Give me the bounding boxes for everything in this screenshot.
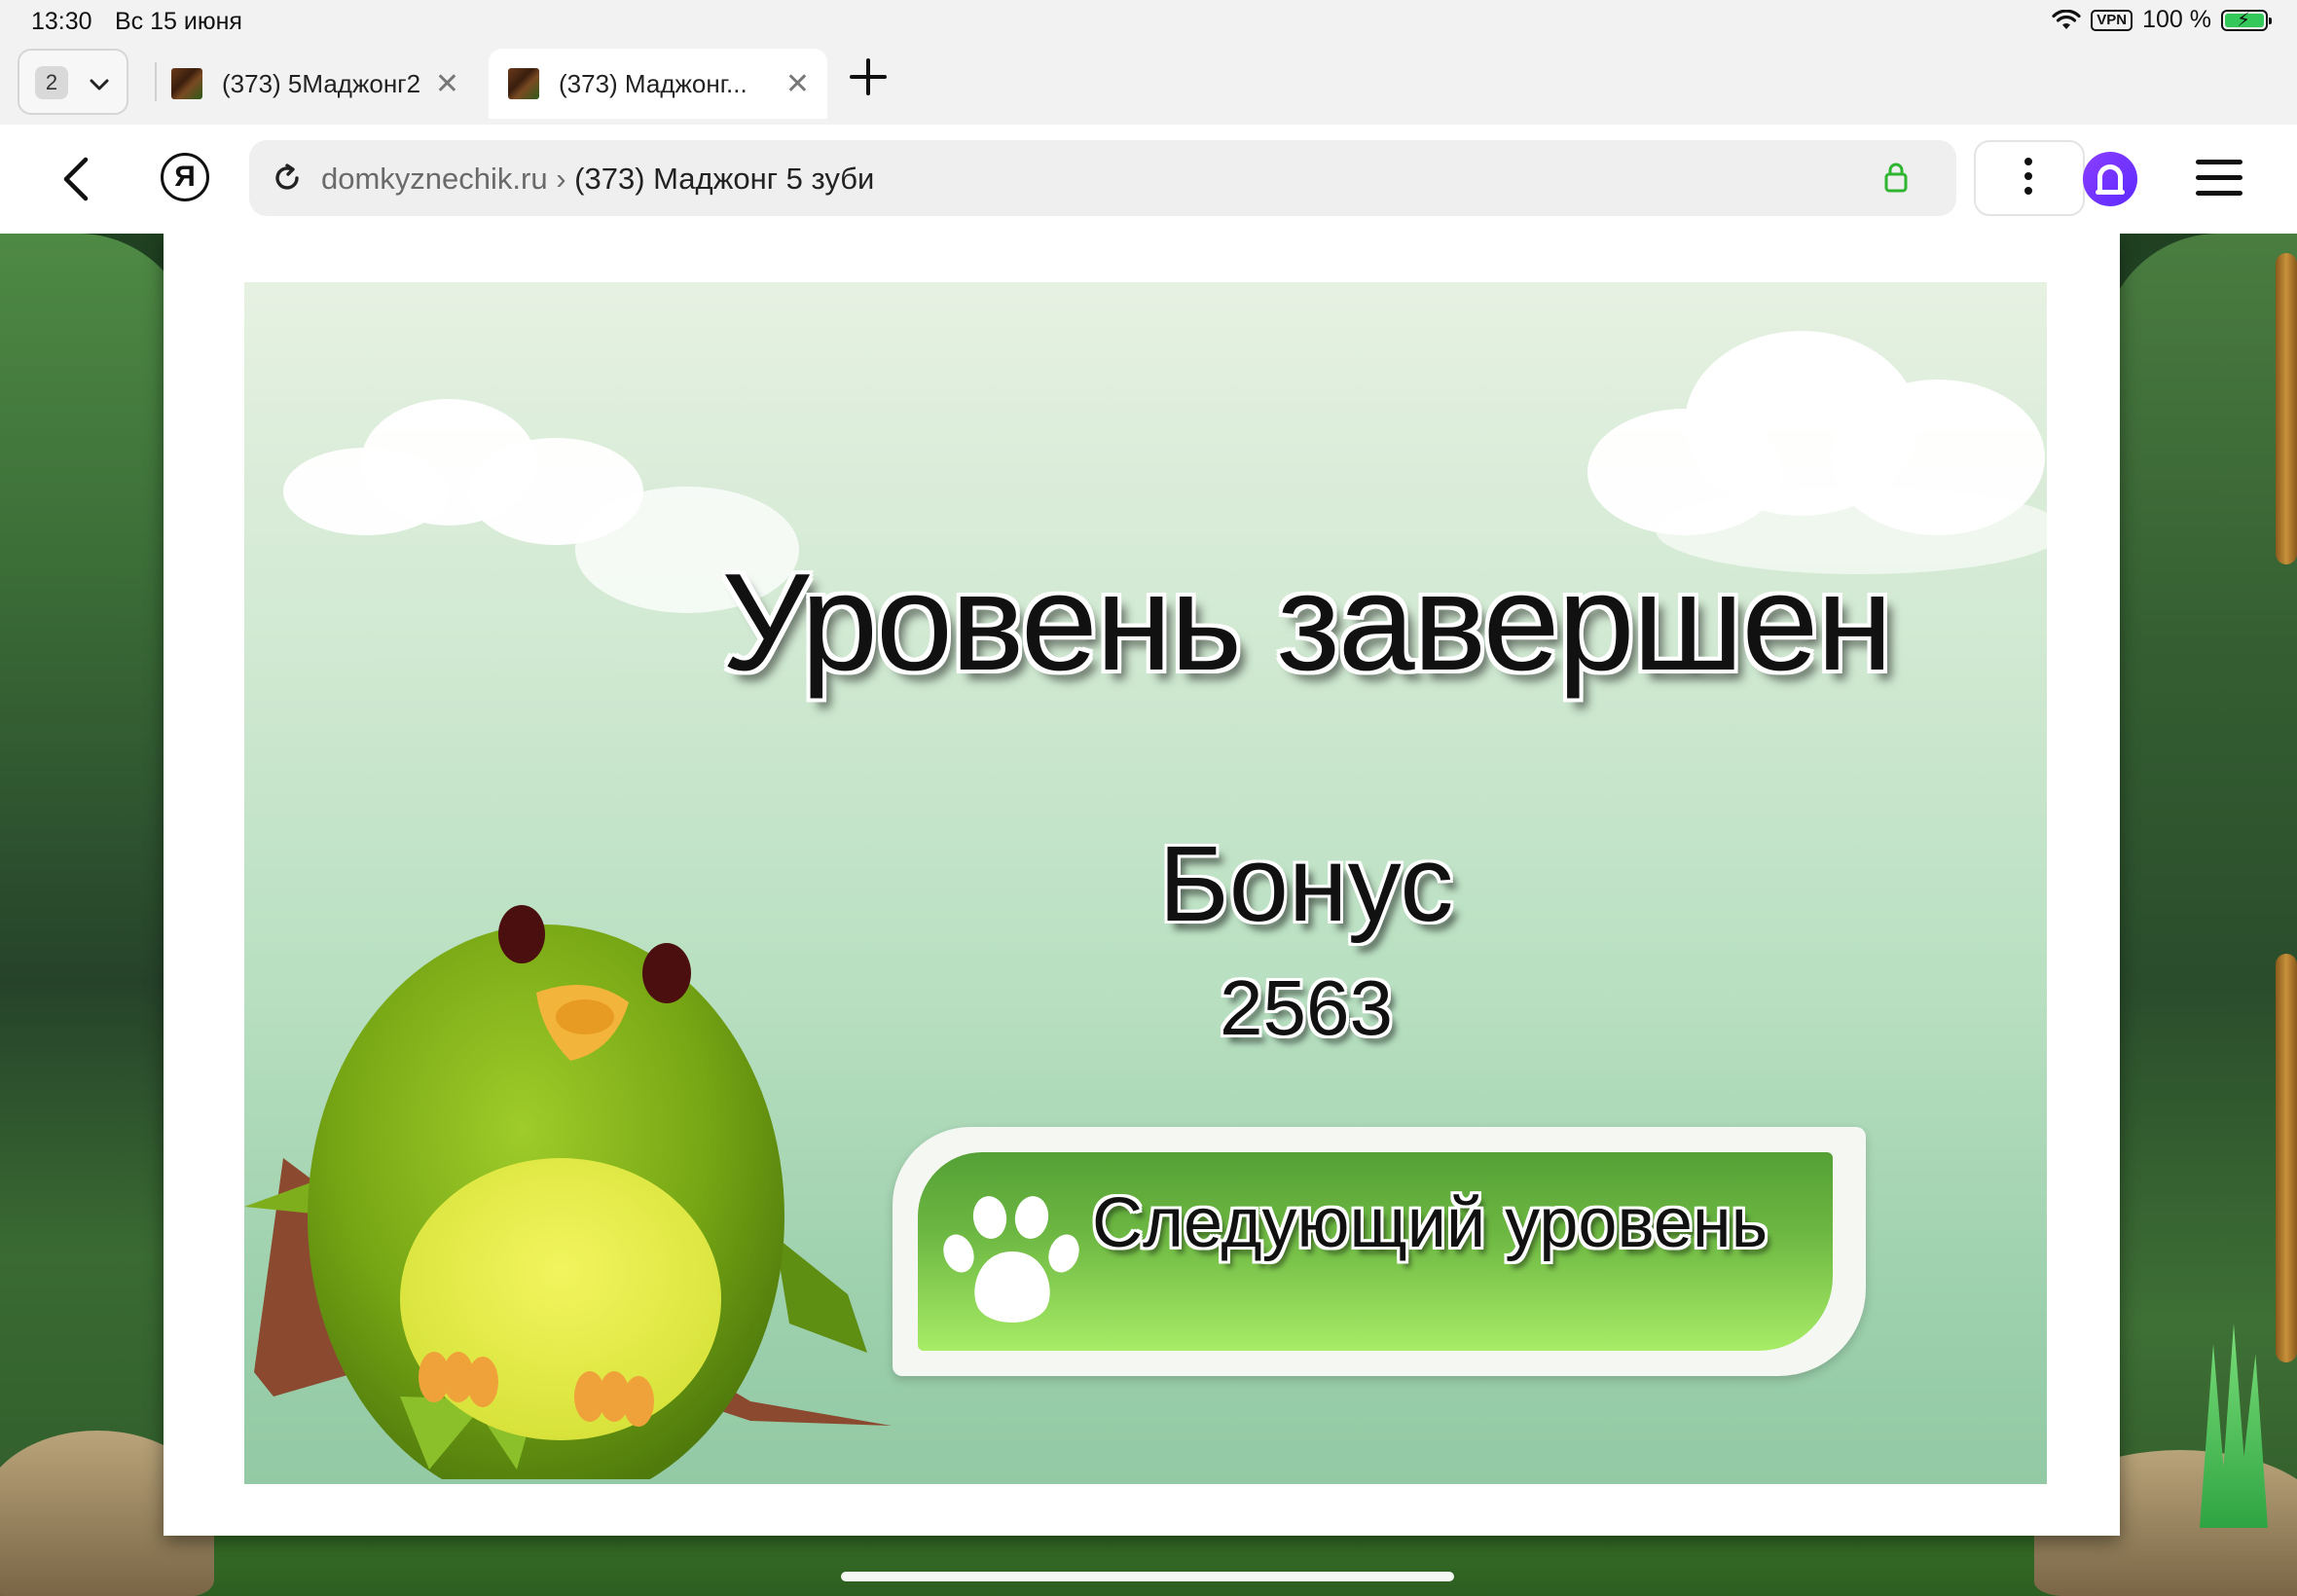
tab-mahjong-1[interactable]: (373) 5Маджонг2 ✕: [165, 49, 477, 119]
wifi-icon: [2052, 9, 2081, 29]
charging-bolt-icon: ⚡: [2237, 9, 2251, 31]
status-time: 13:30: [31, 8, 92, 35]
tab-title: (373) Маджонг...: [559, 68, 747, 98]
level-complete-scene: Уровень завершен Бонус 2563 Следующий ур…: [244, 282, 2047, 1484]
bird-illustration: [244, 905, 892, 1479]
tab-count-button[interactable]: 2: [18, 49, 128, 115]
tab-mahjong-2-active[interactable]: (373) Маджонг... ✕: [489, 49, 827, 119]
status-date: Вс 15 июня: [115, 8, 242, 35]
level-complete-dialog: Уровень завершен Бонус 2563 Следующий ур…: [164, 234, 2120, 1536]
home-indicator[interactable]: [841, 1572, 1454, 1581]
url-separator: ›: [547, 162, 575, 196]
more-options-button[interactable]: [1974, 140, 2085, 216]
vpn-badge: VPN: [2091, 9, 2133, 31]
status-right-group: VPN 100 % ⚡: [2052, 6, 2272, 34]
level-complete-title: Уровень завершен: [721, 545, 1893, 700]
back-arrow-icon: [63, 157, 89, 201]
game-viewport: Уровень завершен Бонус 2563 Следующий ур…: [0, 234, 2297, 1596]
back-button[interactable]: [55, 152, 103, 206]
vine-decoration: [2276, 253, 2297, 564]
site-favicon-icon: [508, 68, 539, 99]
url-text: domkyznechik.ru › (373) Маджонг 5 зуби: [321, 162, 874, 197]
more-dots-icon: [2024, 158, 2032, 201]
close-icon[interactable]: ✕: [785, 67, 810, 101]
tab-divider: [155, 62, 157, 101]
battery-icon: ⚡: [2221, 9, 2272, 31]
status-bar: 13:30 Вс 15 июня VPN 100 % ⚡: [0, 0, 2297, 45]
yandex-button[interactable]: Я: [161, 153, 209, 201]
alice-icon[interactable]: [2083, 152, 2137, 206]
yandex-icon: Я: [174, 161, 196, 193]
jungle-background-right: [2102, 234, 2297, 1596]
next-level-button-label: Следующий уровень: [1092, 1184, 1768, 1262]
tab-count: 2: [35, 66, 68, 99]
tab-title: (373) 5Маджонг2: [222, 68, 421, 98]
url-page-title: (373) Маджонг 5 зуби: [574, 162, 875, 196]
paw-icon: [943, 1196, 1079, 1323]
hamburger-icon[interactable]: [2196, 160, 2242, 206]
vine-decoration: [2276, 954, 2297, 1362]
url-domain: domkyznechik.ru: [321, 162, 548, 196]
address-bar[interactable]: domkyznechik.ru › (373) Маджонг 5 зуби: [249, 140, 1956, 216]
lock-icon[interactable]: [1884, 162, 1908, 193]
close-icon[interactable]: ✕: [435, 67, 459, 101]
browser-toolbar: Я domkyznechik.ru › (373) Маджонг 5 зуби: [0, 125, 2297, 234]
next-level-button[interactable]: Следующий уровень: [893, 1127, 1866, 1376]
plus-icon: [850, 58, 887, 95]
chevron-down-icon: [90, 79, 109, 91]
new-tab-button[interactable]: [849, 54, 888, 105]
battery-percent: 100 %: [2142, 6, 2211, 33]
reload-icon[interactable]: [271, 162, 304, 195]
site-favicon-icon: [171, 68, 202, 99]
tab-strip: 2 (373) 5Маджонг2 ✕ (373) Маджонг... ✕: [0, 45, 2297, 125]
